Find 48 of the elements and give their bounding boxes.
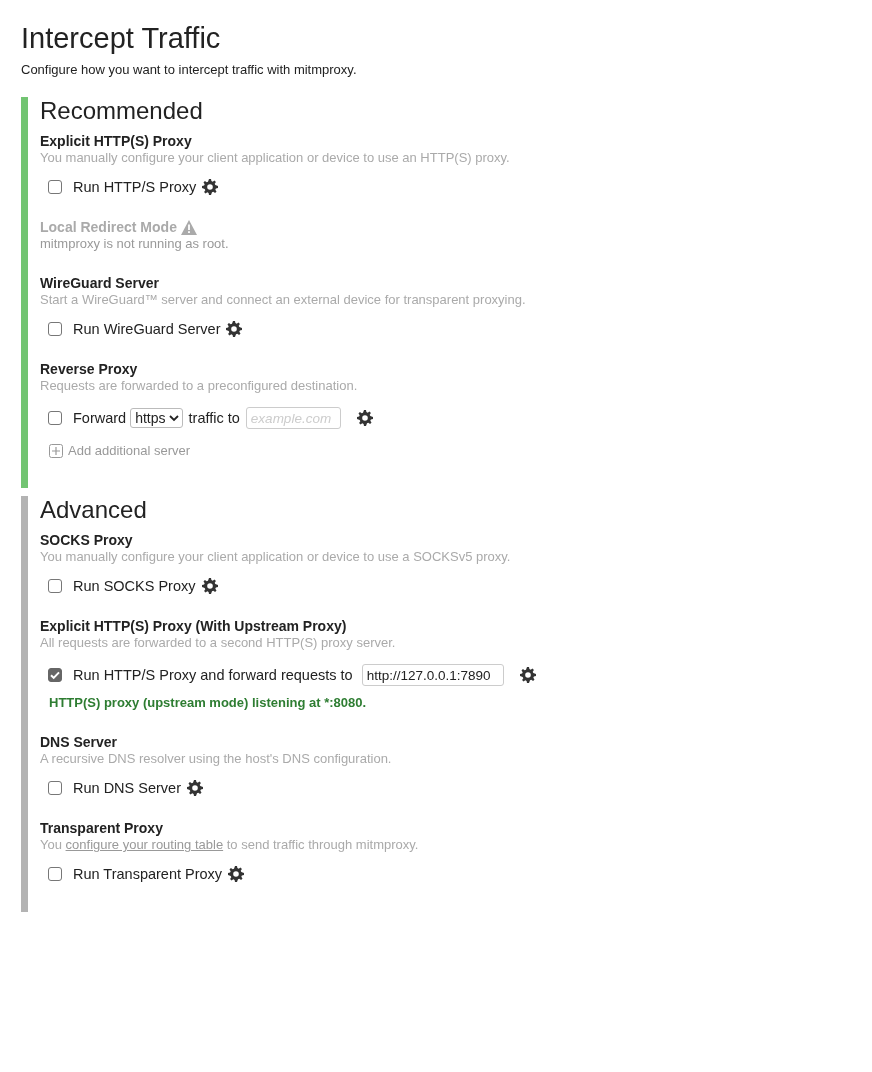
settings-icon[interactable]: [201, 578, 218, 594]
checkbox-label: Run SOCKS Proxy: [73, 578, 196, 594]
mode-description: mitmproxy is not running as root.: [40, 236, 230, 251]
checkbox[interactable]: [48, 411, 62, 425]
checkbox-label: traffic to: [188, 410, 240, 426]
settings-icon[interactable]: [519, 667, 536, 683]
mode-description: All requests are forwarded to a second HTTP(S) proxy server.: [40, 635, 397, 650]
plus-icon: [49, 443, 63, 458]
mode-title: Reverse Proxy: [40, 361, 139, 377]
upstream-field[interactable]: http://127.0.0.1:7890: [361, 664, 504, 686]
checkbox[interactable]: [48, 781, 62, 795]
checkbox-label: Run WireGuard Server: [73, 321, 221, 337]
checkbox[interactable]: [48, 668, 62, 682]
settings-icon[interactable]: [226, 321, 243, 337]
mode-title: Explicit HTTP(S) Proxy (With Upstream Proxy): [40, 618, 348, 634]
section-heading: Advanced: [40, 496, 148, 524]
page-subtitle: Configure how you want to intercept traffic with mitmproxy.: [21, 62, 358, 77]
protocol-select[interactable]: https: [130, 408, 183, 428]
mode-title: WireGuard Server: [40, 275, 160, 291]
mode-title: SOCKS Proxy: [40, 532, 134, 548]
mode-description: Requests are forwarded to a preconfigured destination.: [40, 378, 359, 393]
checkbox-label: Run Transparent Proxy: [73, 866, 223, 882]
page-title: Intercept Traffic: [21, 22, 222, 55]
checkbox[interactable]: [48, 322, 62, 336]
chevron-icon: [168, 414, 179, 422]
section-heading: Recommended: [40, 97, 204, 125]
checkbox[interactable]: [48, 180, 62, 194]
settings-icon[interactable]: [187, 780, 203, 796]
settings-icon[interactable]: [202, 179, 219, 195]
mode-description: A recursive DNS resolver using the host's DNS configuration.: [40, 751, 393, 766]
warning-icon: [180, 219, 197, 235]
mode-title: Explicit HTTP(S) Proxy: [40, 133, 193, 149]
mode-title: DNS Server: [40, 734, 119, 750]
checkbox[interactable]: [48, 579, 62, 593]
mode-description: You configure your routing table to send traffic through mitmproxy.: [40, 837, 420, 852]
settings-icon[interactable]: [356, 410, 373, 426]
checkbox-label: Run HTTP/S Proxy: [73, 179, 197, 195]
mode-title: Transparent Proxy: [40, 820, 164, 836]
checkbox-label: Forward: [73, 410, 127, 426]
status-message: HTTP(S) proxy (upstream mode) listening at *:8080.: [49, 695, 368, 710]
mode-description: You manually configure your client application or device to use a SOCKSv5 proxy.: [40, 549, 512, 564]
checkbox-label: Run DNS Server: [73, 780, 181, 796]
checkbox-label: Run HTTP/S Proxy and forward requests to: [73, 667, 353, 683]
mode-title: Local Redirect Mode: [40, 219, 177, 235]
checkbox[interactable]: [48, 867, 62, 881]
settings-icon[interactable]: [228, 866, 245, 882]
mode-description: Start a WireGuard™ server and connect an external device for transparent proxying.: [40, 292, 527, 307]
mode-description: You manually configure your client application or device to use an HTTP(S) proxy.: [40, 150, 511, 165]
